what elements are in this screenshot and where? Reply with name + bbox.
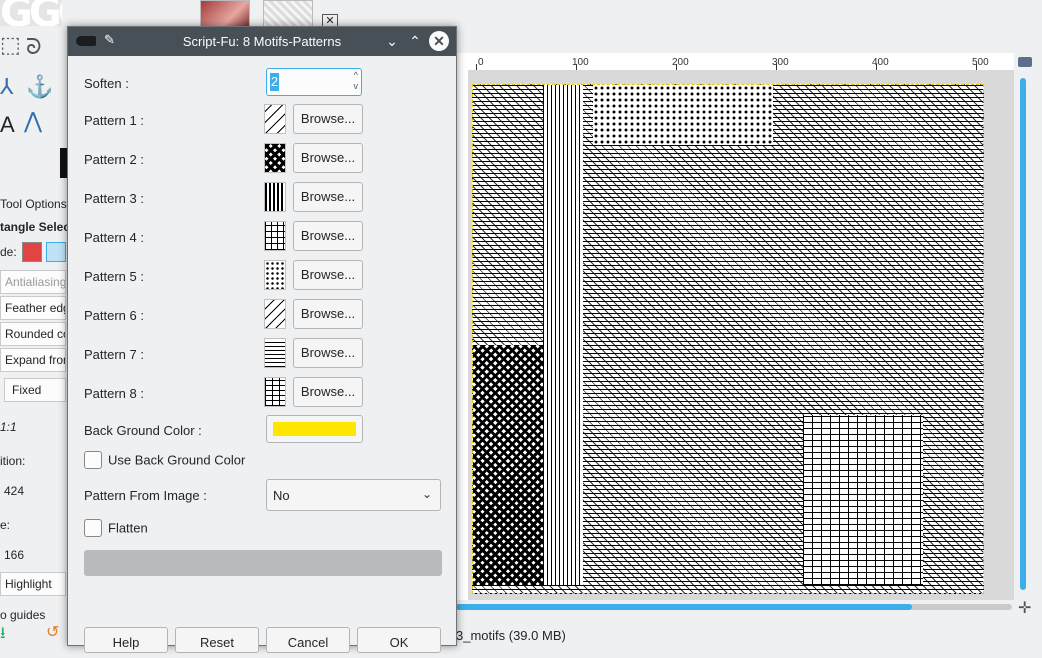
expand-from-center-option[interactable]: Expand from — [0, 348, 66, 372]
rect-select-tool-icon[interactable]: ⬚ — [0, 32, 21, 58]
save-options-icon[interactable]: ⭳ — [0, 622, 6, 649]
antialiasing-option[interactable]: Antialiasing — [0, 270, 66, 294]
aspect-ratio-value[interactable]: 1:1 — [0, 420, 17, 434]
reset-button[interactable]: Reset — [175, 627, 259, 653]
guides-option[interactable]: o guides — [0, 608, 45, 622]
replace-mode-icon[interactable] — [22, 242, 42, 262]
fixed-aspect-select[interactable]: Fixed — [4, 378, 66, 402]
pattern-6-browse-button[interactable]: Browse... — [293, 299, 363, 329]
pattern-3-label: Pattern 3 : — [84, 191, 144, 206]
rounded-corners-option[interactable]: Rounded co — [0, 322, 66, 346]
pattern-4-label: Pattern 4 : — [84, 230, 144, 245]
pattern-8-label: Pattern 8 : — [84, 386, 144, 401]
pattern-2-label: Pattern 2 : — [84, 152, 144, 167]
use-bg-color-label: Use Back Ground Color — [108, 452, 246, 468]
script-fu-dialog: ✎ Script-Fu: 8 Motifs-Patterns ⌄ ⌃ ✕ Sof… — [67, 26, 457, 653]
horizontal-ruler: 0 100 200 300 400 500 — [456, 53, 1014, 71]
spinner-arrows-icon[interactable]: ^ v — [354, 70, 359, 92]
pattern-8-browse-button[interactable]: Browse... — [293, 377, 363, 407]
flatten-row[interactable]: Flatten — [84, 519, 148, 539]
feather-edges-option[interactable]: Feather edg — [0, 296, 66, 320]
pattern-4-browse-button[interactable]: Browse... — [293, 221, 363, 251]
bg-color-swatch — [273, 422, 356, 436]
pattern-2-preview — [264, 143, 286, 173]
ruler-tick-label: 100 — [572, 57, 589, 68]
ruler-tick-label: 0 — [478, 57, 484, 68]
size-label: e: — [0, 518, 11, 532]
pattern-5-preview — [264, 260, 286, 290]
ok-button[interactable]: OK — [357, 627, 441, 653]
pattern-3-browse-button[interactable]: Browse... — [293, 182, 363, 212]
tool-options-tab[interactable]: Tool Options — [0, 197, 67, 211]
toolbox-panel: ⬚ ᘐ ⅄ ⚓ A ⋀ Tool Options tangle Selec de… — [0, 26, 70, 646]
maximize-icon[interactable]: ⌃ — [405, 31, 425, 51]
progress-bar — [84, 550, 442, 576]
highlight-option[interactable]: Highlight — [0, 572, 66, 596]
flatten-checkbox[interactable] — [84, 519, 102, 537]
use-bg-color-checkbox[interactable] — [84, 451, 102, 469]
pattern-7-label: Pattern 7 : — [84, 347, 144, 362]
mode-label: de: — [0, 245, 17, 259]
soften-label: Soften : — [84, 76, 129, 91]
measure-tool-icon[interactable]: ⋀ — [24, 108, 42, 134]
dialog-titlebar[interactable]: ✎ Script-Fu: 8 Motifs-Patterns ⌄ ⌃ ✕ — [68, 27, 456, 56]
size-value-field[interactable]: 166 — [0, 544, 66, 568]
ruler-tick-label: 200 — [672, 57, 689, 68]
bg-color-label: Back Ground Color : — [84, 423, 202, 438]
pattern-6-preview — [264, 299, 286, 329]
pattern-from-image-label: Pattern From Image : — [84, 488, 207, 503]
pattern-4-preview — [264, 221, 286, 251]
position-label: ition: — [0, 454, 26, 468]
image-status-text: 3_motifs (39.0 MB) — [456, 628, 566, 643]
pattern-5-browse-button[interactable]: Browse... — [293, 260, 363, 290]
pattern-1-preview — [264, 104, 286, 134]
navigate-icon[interactable] — [1018, 57, 1032, 67]
position-value-field[interactable]: 424 — [0, 480, 66, 504]
soften-value[interactable]: 2 — [270, 73, 279, 91]
fuzzy-select-tool-icon[interactable]: ⅄ — [0, 74, 13, 100]
pattern-1-browse-button[interactable]: Browse... — [293, 104, 363, 134]
gimp-logo: GGO — [0, 0, 62, 26]
help-button[interactable]: Help — [84, 627, 168, 653]
image-canvas[interactable] — [472, 84, 984, 594]
canvas-vertical-line-region — [543, 85, 583, 585]
reset-options-icon[interactable]: ↺ — [46, 622, 59, 642]
pattern-2-browse-button[interactable]: Browse... — [293, 143, 363, 173]
horizontal-scrollbar[interactable] — [456, 604, 1012, 610]
pattern-8-preview — [264, 377, 286, 407]
flatten-label: Flatten — [108, 520, 148, 536]
cancel-button[interactable]: Cancel — [266, 627, 350, 653]
use-bg-color-row[interactable]: Use Back Ground Color — [84, 451, 245, 471]
bg-color-button[interactable] — [266, 415, 363, 443]
add-mode-icon[interactable] — [46, 242, 66, 262]
vertical-scrollbar[interactable] — [1020, 78, 1026, 590]
close-icon[interactable]: ✕ — [429, 31, 449, 51]
canvas-dot-region — [593, 85, 773, 145]
chevron-down-icon: ⌄ — [421, 487, 432, 501]
pattern-3-preview — [264, 182, 286, 212]
navigation-cross-icon[interactable]: ✛ — [1018, 598, 1031, 618]
tool-options-tool-name: tangle Selec — [0, 220, 71, 234]
text-tool-icon[interactable]: A — [0, 112, 15, 138]
lasso-tool-icon[interactable]: ᘐ — [26, 34, 42, 60]
ruler-tick-label: 300 — [772, 57, 789, 68]
pattern-1-label: Pattern 1 : — [84, 113, 144, 128]
horizontal-scrollbar-thumb[interactable] — [456, 604, 912, 610]
soften-spinner[interactable]: 2 ^ v — [266, 68, 362, 96]
pattern-7-preview — [264, 338, 286, 368]
ruler-tick-label: 400 — [872, 57, 889, 68]
ruler-tick-label: 500 — [972, 57, 989, 68]
pattern-6-label: Pattern 6 : — [84, 308, 144, 323]
pattern-5-label: Pattern 5 : — [84, 269, 144, 284]
pattern-7-browse-button[interactable]: Browse... — [293, 338, 363, 368]
pattern-from-image-value: No — [273, 488, 290, 503]
pattern-from-image-select[interactable]: No ⌄ — [266, 479, 441, 511]
canvas-diamond-region — [473, 345, 543, 585]
canvas-brick-region — [803, 415, 923, 585]
paths-tool-icon[interactable]: ⚓ — [26, 74, 53, 100]
minimize-icon[interactable]: ⌄ — [382, 31, 402, 51]
